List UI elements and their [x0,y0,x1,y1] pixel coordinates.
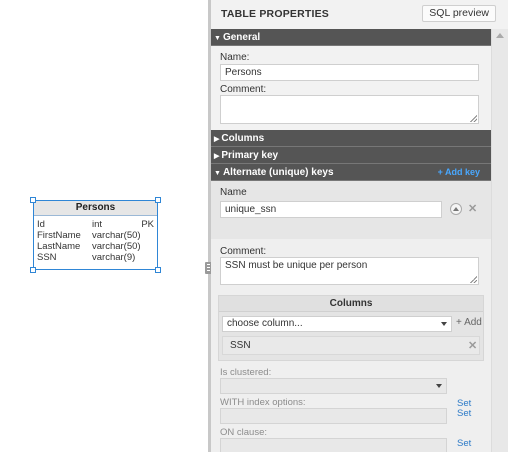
with-index-field [220,408,447,424]
caret-right-icon: ▶ [214,136,220,143]
with-index-set-link[interactable]: Set [457,408,471,419]
caret-right-icon: ▶ [214,153,220,160]
resize-handle-top-left[interactable] [30,197,36,203]
entity-column-row: FirstName varchar(50) [37,230,154,241]
entity-column-row: SSN varchar(9) [37,252,154,263]
column-name: Id [37,219,45,230]
general-body: Name: Persons Comment: [211,46,491,130]
column-name: LastName [37,241,81,252]
with-index-label: WITH index options: [220,397,306,408]
choose-column-select[interactable]: choose column... [222,316,452,332]
close-icon[interactable]: ✕ [468,202,477,215]
section-primary-key-label: Primary key [221,150,279,161]
column-name: SSN [37,252,57,263]
caret-down-icon: ▼ [214,170,221,177]
on-clause-set-link[interactable]: Set [457,438,471,449]
add-key-button[interactable]: + Add key [438,164,480,181]
table-comment-input[interactable] [220,95,479,124]
properties-content: ▼ General Name: Persons Comment: ▶ Columns… [211,29,491,452]
table-properties-panel: TABLE PROPERTIES SQL preview ▼ General Na… [211,0,508,452]
sql-preview-button[interactable]: SQL preview [422,5,496,22]
section-alternate-keys-label: Alternate (unique) keys [222,167,334,178]
key-name-row: Name unique_ssn ✕ [211,181,491,239]
is-clustered-set-link[interactable]: Set [457,398,471,409]
column-name: FirstName [37,230,81,241]
section-columns-label: Columns [221,133,265,144]
entity-column-row: LastName varchar(50) [37,241,154,252]
entity-column-row: Id int PK [37,219,154,230]
resize-handle-top-right[interactable] [155,197,161,203]
column-type: varchar(50) [92,241,141,252]
panel-title: TABLE PROPERTIES [221,8,330,20]
table-entity-persons[interactable]: Persons Id int PK FirstName varchar(50) … [33,200,158,270]
section-general[interactable]: ▼ General [211,29,491,46]
resize-handle-bottom-right[interactable] [155,267,161,273]
column-type: varchar(50) [92,230,141,241]
resize-handle-bottom-left[interactable] [30,267,36,273]
arrow-up-circle-icon[interactable] [450,203,462,215]
vertical-scrollbar[interactable] [491,29,508,452]
key-name-input[interactable]: unique_ssn [220,201,442,218]
name-label: Name: [220,52,250,63]
alternate-key-item: Name unique_ssn ✕ Comment: SSN must be u… [211,181,491,452]
resize-grip-icon [470,276,477,283]
is-clustered-label: Is clustered: [220,367,272,378]
chevron-down-icon [441,322,447,326]
key-columns-header: Columns [219,296,483,312]
key-comment-label: Comment: [220,246,267,257]
choose-column-value: choose column... [227,318,303,329]
column-key: PK [141,219,154,230]
section-general-label: General [222,32,261,43]
entity-title: Persons [34,201,157,216]
resize-grip-icon [470,115,477,122]
caret-down-icon: ▼ [214,35,221,42]
is-clustered-select [220,378,447,394]
close-icon[interactable]: ✕ [468,339,477,352]
comment-label: Comment: [220,84,267,95]
key-column-item[interactable]: SSN ✕ [222,336,480,355]
column-type: int [92,219,103,230]
on-clause-field [220,438,447,452]
entity-columns: Id int PK FirstName varchar(50) LastName… [34,216,157,263]
diagram-canvas[interactable]: Persons Id int PK FirstName varchar(50) … [0,0,208,452]
chevron-down-icon [436,384,442,388]
panel-header: TABLE PROPERTIES SQL preview [211,0,508,29]
key-comment-input[interactable]: SSN must be unique per person [220,257,479,285]
table-name-input[interactable]: Persons [220,64,479,81]
properties-scroll-area: ▼ General Name: Persons Comment: ▶ Columns… [211,29,508,452]
key-column-name: SSN [230,340,251,351]
section-columns[interactable]: ▶ Columns [211,130,491,147]
section-alternate-keys[interactable]: ▼ Alternate (unique) keys + Add key [211,164,491,181]
key-name-label: Name [220,187,247,198]
column-type: varchar(9) [92,252,136,263]
add-column-button[interactable]: + Add [456,317,482,328]
scroll-up-icon[interactable] [496,33,504,38]
key-columns-box: Columns choose column... + Add SSN ✕ [218,295,484,361]
section-primary-key[interactable]: ▶ Primary key [211,147,491,164]
on-clause-label: ON clause: [220,427,267,438]
